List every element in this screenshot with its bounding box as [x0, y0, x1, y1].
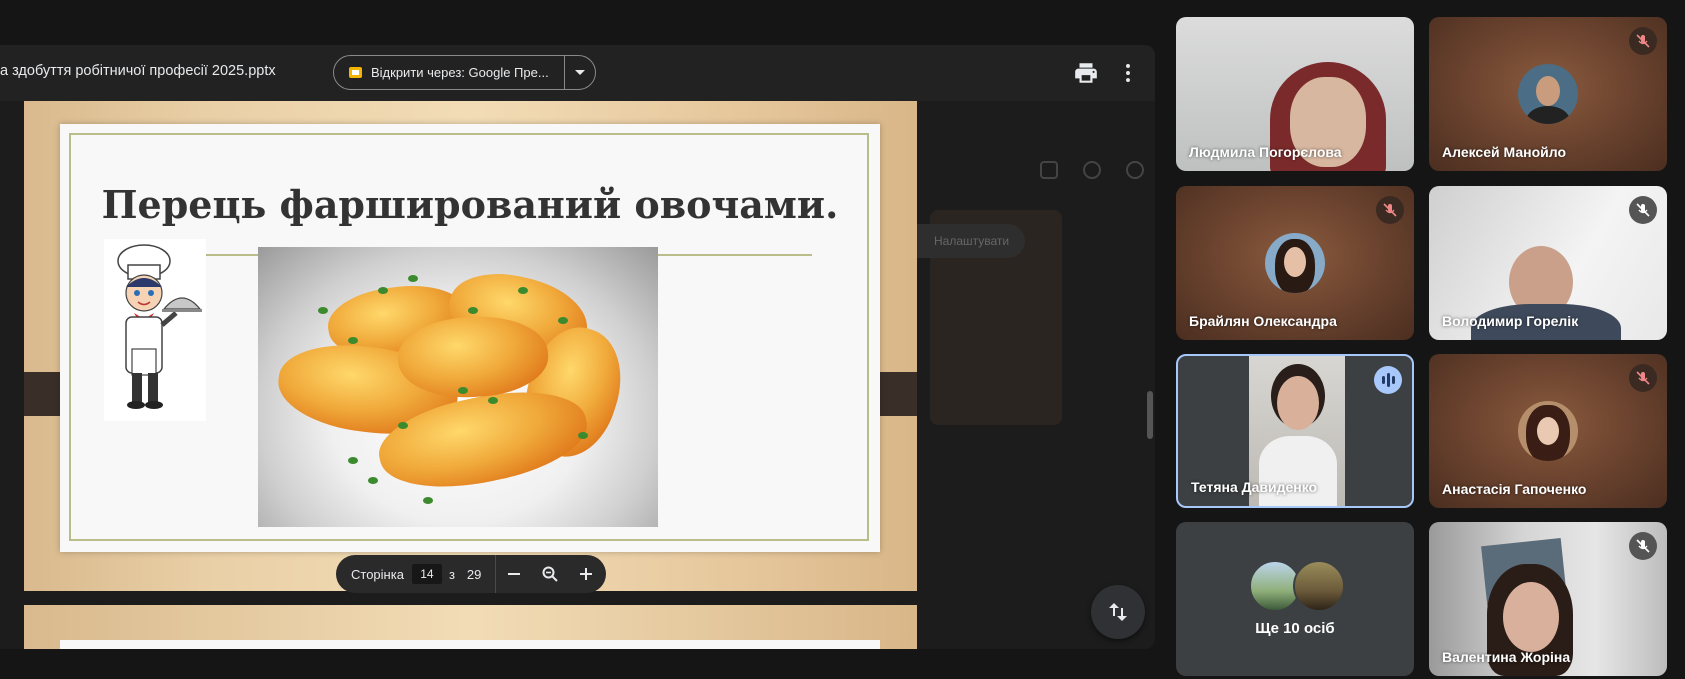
more-participants-tile[interactable]: Ще 10 осіб [1176, 522, 1414, 676]
page-label: Сторінка [351, 566, 404, 582]
participant-name: Анастасія Гапоченко [1442, 481, 1587, 497]
background-drive-panel: Налаштувати [900, 101, 1155, 649]
viewer-toolbar: а здобуття робітничої професії 2025.pptx… [0, 45, 1155, 101]
participant-tile[interactable]: Алексей Манойло [1429, 17, 1667, 171]
page-navigation-bar: Сторінка 14 з 29 [336, 555, 606, 593]
slide-content [60, 640, 880, 649]
video-icon [1040, 161, 1058, 179]
mic-off-indicator [1376, 196, 1404, 224]
participant-face [1503, 582, 1559, 652]
chevron-down-icon [575, 70, 585, 75]
plus-icon [580, 568, 593, 580]
participant-name: Володимир Горелік [1442, 313, 1579, 329]
print-button[interactable] [1073, 60, 1099, 86]
mic-off-icon [1636, 34, 1650, 48]
more-vert-icon [1126, 64, 1130, 82]
magnifier-icon [542, 566, 559, 582]
participant-avatar [1293, 560, 1345, 612]
mic-off-icon [1636, 371, 1650, 385]
participant-tile[interactable]: Брайлян Олександра [1176, 186, 1414, 340]
slide-14: Перець фарширований овочами. [24, 101, 917, 591]
mic-off-indicator [1629, 27, 1657, 55]
print-icon [1075, 63, 1097, 83]
swap-vertical-icon [1109, 603, 1127, 621]
participant-name: Тетяна Давиденко [1191, 479, 1318, 495]
open-with-label: Відкрити через: Google Пре... [371, 65, 549, 80]
participant-tile-active[interactable]: Тетяна Давиденко [1176, 354, 1414, 508]
drive-icon [1083, 161, 1101, 179]
zoom-in-button[interactable] [568, 555, 604, 593]
participant-avatar [1518, 64, 1578, 124]
participant-name: Алексей Манойло [1442, 144, 1566, 160]
zoom-out-button[interactable] [496, 555, 532, 593]
open-with-dropdown[interactable] [565, 56, 595, 89]
participant-avatar [1265, 233, 1325, 293]
slides-app-icon [349, 67, 362, 78]
open-with-button[interactable]: Відкрити через: Google Пре... [334, 56, 564, 89]
slide-15 [24, 605, 917, 649]
swap-layout-button[interactable] [1091, 585, 1145, 639]
mic-off-indicator [1629, 364, 1657, 392]
speaking-indicator [1374, 366, 1402, 394]
page-total: 29 [466, 566, 482, 582]
page-of-label: з [448, 566, 455, 582]
participant-tile[interactable]: Валентина Жоріна [1429, 522, 1667, 676]
slide-title: Перець фарширований овочами. [101, 182, 839, 227]
minus-icon [508, 573, 521, 575]
participant-name: Людмила Погорєлова [1189, 144, 1342, 160]
file-title: а здобуття робітничої професії 2025.pptx [0, 63, 276, 79]
participant-name: Валентина Жоріна [1442, 649, 1571, 665]
settings-icon [1126, 161, 1144, 179]
scrollbar[interactable] [1147, 391, 1153, 439]
mic-off-indicator [1629, 532, 1657, 560]
more-participants-label: Ще 10 осіб [1255, 620, 1335, 637]
mic-off-icon [1383, 203, 1397, 217]
page-number-input[interactable]: 14 [411, 564, 442, 584]
mic-off-indicator [1629, 196, 1657, 224]
stuffed-peppers-photo [258, 247, 658, 527]
customize-chip: Налаштувати [900, 224, 1025, 258]
zoom-reset-button[interactable] [532, 555, 568, 593]
participant-tile[interactable]: Людмила Погорєлова [1176, 17, 1414, 171]
mic-off-icon [1636, 203, 1650, 217]
chef-illustration [104, 239, 206, 421]
open-with-button-group: Відкрити через: Google Пре... [333, 55, 596, 90]
participant-name: Брайлян Олександра [1189, 313, 1337, 329]
participant-avatar [1518, 401, 1578, 461]
more-options-button[interactable] [1115, 60, 1141, 86]
participant-tile[interactable]: Анастасія Гапоченко [1429, 354, 1667, 508]
slide-content: Перець фарширований овочами. [60, 124, 880, 552]
mic-off-icon [1636, 539, 1650, 553]
participant-tile[interactable]: Володимир Горелік [1429, 186, 1667, 340]
